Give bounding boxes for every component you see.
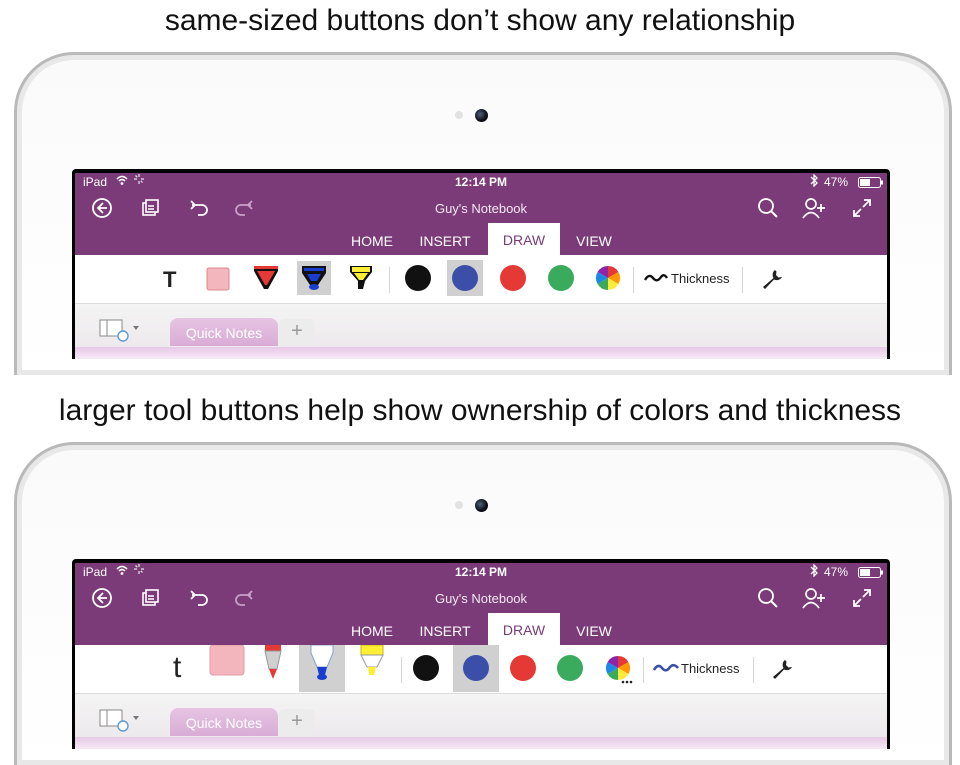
- screen: iPad 12:14 PM 47% Guy's Notebook HOME IN…: [72, 559, 890, 749]
- page-edge: [75, 737, 887, 749]
- clock: 12:14 PM: [455, 175, 508, 189]
- back-button-icon[interactable]: [89, 195, 115, 221]
- color-red-button[interactable]: [510, 655, 536, 681]
- separator: [643, 657, 644, 683]
- battery-icon: [858, 177, 884, 188]
- onenote-app: iPad 12:14 PM 47% Guy's Notebook HOME IN…: [75, 563, 887, 749]
- tab-draw[interactable]: DRAW: [488, 223, 560, 255]
- share-person-icon[interactable]: [801, 585, 827, 611]
- section-tab-quick-notes[interactable]: Quick Notes: [170, 318, 278, 346]
- search-icon[interactable]: [755, 195, 781, 221]
- add-section-button[interactable]: +: [279, 709, 315, 735]
- color-green-button[interactable]: [548, 265, 574, 291]
- squiggle-icon[interactable]: [653, 662, 679, 674]
- sensor: [455, 111, 463, 119]
- back-button-icon[interactable]: [89, 585, 115, 611]
- tab-insert[interactable]: INSERT: [409, 227, 481, 255]
- draw-toolbar: T Thickness: [75, 255, 887, 304]
- pen-icon[interactable]: [261, 645, 285, 681]
- search-icon[interactable]: [755, 585, 781, 611]
- undo-icon[interactable]: [185, 585, 211, 611]
- sensor: [455, 501, 463, 509]
- tab-view[interactable]: VIEW: [565, 617, 623, 645]
- wifi-icon: [115, 173, 129, 187]
- camera: [475, 109, 488, 122]
- separator: [389, 267, 390, 293]
- highlighter-icon[interactable]: [357, 645, 387, 681]
- color-black-button[interactable]: [405, 265, 431, 291]
- clock: 12:14 PM: [455, 565, 508, 579]
- separator: [753, 657, 754, 683]
- tab-draw[interactable]: DRAW: [488, 613, 560, 645]
- draw-toolbar: t Thickness: [75, 645, 887, 694]
- marker-icon[interactable]: [299, 263, 329, 295]
- sync-notebook-icon[interactable]: [137, 585, 163, 611]
- color-black-button[interactable]: [413, 655, 439, 681]
- battery-percent: 47%: [824, 565, 849, 579]
- screen: iPad 12:14 PM 47% Guy's Notebook HOME IN…: [72, 169, 890, 359]
- separator: [633, 267, 634, 293]
- pages-toggle-icon[interactable]: [99, 708, 143, 734]
- separator: [401, 657, 402, 683]
- pages-toggle-icon[interactable]: [99, 318, 143, 344]
- wrench-icon[interactable]: [771, 658, 793, 680]
- tab-view[interactable]: VIEW: [565, 227, 623, 255]
- color-blue-button[interactable]: [463, 655, 489, 681]
- text-tool-button[interactable]: t: [173, 651, 181, 685]
- bluetooth-icon: [809, 174, 819, 187]
- device-label: iPad: [83, 565, 108, 579]
- onenote-app: iPad 12:14 PM 47% Guy's Notebook HOME IN…: [75, 173, 887, 359]
- header-bar: iPad 12:14 PM 47% Guy's Notebook HOME IN…: [75, 563, 887, 645]
- highlighter-icon[interactable]: [347, 263, 375, 295]
- fullscreen-icon[interactable]: [849, 195, 875, 221]
- caption-top: same-sized buttons don’t show any relati…: [164, 4, 796, 37]
- thickness-button[interactable]: Thickness: [671, 271, 730, 286]
- eraser-icon[interactable]: [209, 645, 245, 677]
- marker-icon[interactable]: [307, 645, 337, 685]
- bluetooth-icon: [809, 564, 819, 577]
- redo-icon[interactable]: [232, 585, 258, 611]
- pen-icon[interactable]: [251, 263, 281, 295]
- caption-bottom: larger tool buttons help show ownership …: [58, 394, 902, 427]
- tab-insert[interactable]: INSERT: [409, 617, 481, 645]
- battery-percent: 47%: [824, 175, 849, 189]
- tab-home[interactable]: HOME: [339, 227, 405, 255]
- eraser-icon[interactable]: [206, 267, 230, 291]
- undo-icon[interactable]: [185, 195, 211, 221]
- page-edge: [75, 347, 887, 359]
- squiggle-icon[interactable]: [644, 272, 668, 284]
- fullscreen-icon[interactable]: [849, 585, 875, 611]
- ipad-frame-top: iPad 12:14 PM 47% Guy's Notebook HOME IN…: [14, 52, 952, 375]
- wrench-icon[interactable]: [761, 268, 783, 290]
- wifi-icon: [115, 563, 129, 577]
- sync-notebook-icon[interactable]: [137, 195, 163, 221]
- color-wheel-icon[interactable]: [605, 655, 635, 685]
- share-person-icon[interactable]: [801, 195, 827, 221]
- ipad-frame-bottom: iPad 12:14 PM 47% Guy's Notebook HOME IN…: [14, 442, 952, 765]
- color-blue-button[interactable]: [452, 265, 478, 291]
- section-tab-quick-notes[interactable]: Quick Notes: [170, 708, 278, 736]
- thickness-button[interactable]: Thickness: [681, 661, 740, 676]
- camera: [475, 499, 488, 512]
- header-bar: iPad 12:14 PM 47% Guy's Notebook HOME IN…: [75, 173, 887, 255]
- color-red-button[interactable]: [500, 265, 526, 291]
- activity-icon: [133, 563, 145, 575]
- text-tool-button[interactable]: T: [163, 267, 176, 293]
- activity-icon: [133, 173, 145, 185]
- device-label: iPad: [83, 175, 108, 189]
- redo-icon[interactable]: [232, 195, 258, 221]
- battery-icon: [858, 567, 884, 578]
- add-section-button[interactable]: +: [279, 319, 315, 345]
- separator: [742, 267, 743, 293]
- color-wheel-icon[interactable]: [595, 265, 621, 291]
- color-green-button[interactable]: [557, 655, 583, 681]
- tab-home[interactable]: HOME: [339, 617, 405, 645]
